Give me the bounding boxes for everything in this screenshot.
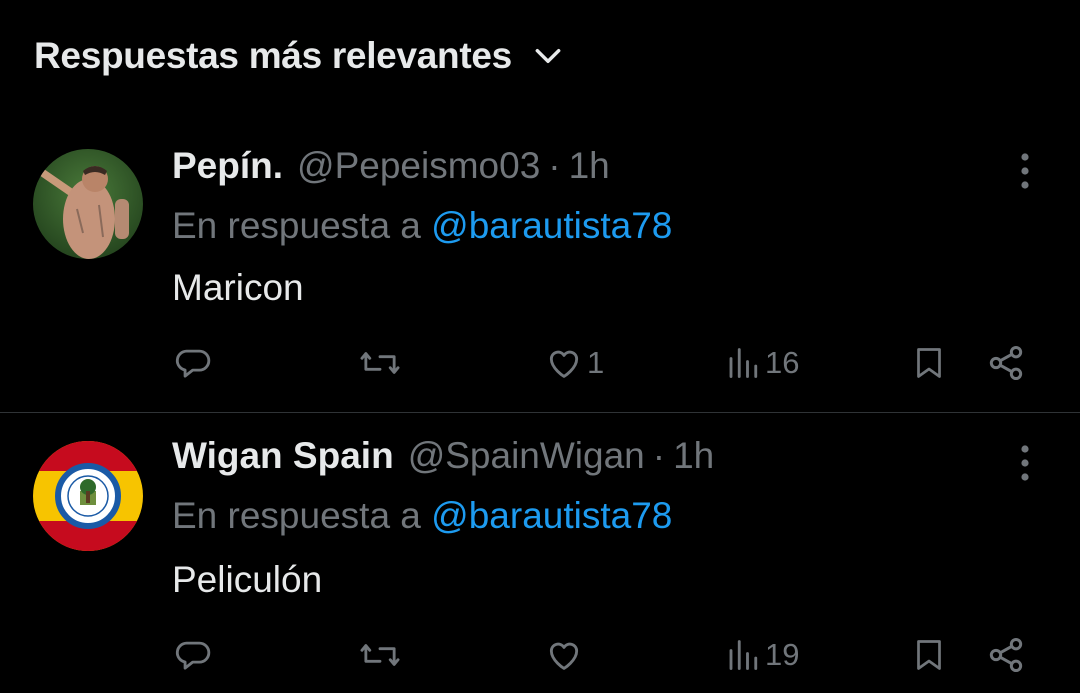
timestamp[interactable]: 1h (569, 145, 610, 187)
reply-button[interactable] (174, 630, 212, 680)
like-button[interactable] (545, 630, 583, 680)
view-count: 19 (765, 637, 800, 672)
user-handle[interactable]: @Pepeismo03 (297, 145, 540, 187)
reply-item[interactable]: Wigan Spain @SpainWigan · 1h En respuest… (0, 413, 1080, 693)
reply-to-prefix: En respuesta a (172, 205, 421, 246)
like-icon (545, 636, 583, 674)
bookmark-icon (911, 635, 947, 675)
like-button[interactable]: 1 (545, 338, 604, 388)
share-icon (986, 635, 1026, 675)
display-name[interactable]: Wigan Spain (172, 435, 394, 477)
avatar[interactable] (33, 441, 143, 551)
action-bar: 19 (0, 630, 1080, 680)
views-button[interactable]: 19 (725, 630, 799, 680)
retweet-icon (358, 344, 402, 382)
reply-context: En respuesta a @barautista78 (172, 205, 672, 247)
bookmark-button[interactable] (911, 630, 947, 680)
display-name[interactable]: Pepín. (172, 145, 283, 187)
bookmark-button[interactable] (911, 338, 947, 388)
action-bar: 1 16 (0, 338, 1080, 388)
share-icon (986, 343, 1026, 383)
like-count: 1 (587, 345, 605, 380)
timestamp[interactable]: 1h (673, 435, 714, 477)
reply-to-mention[interactable]: @barautista78 (431, 205, 672, 246)
share-button[interactable] (986, 630, 1026, 680)
more-icon[interactable] (1006, 149, 1044, 193)
reply-button[interactable] (174, 338, 212, 388)
reply-to-mention[interactable]: @barautista78 (431, 495, 672, 536)
bookmark-icon (911, 343, 947, 383)
user-handle[interactable]: @SpainWigan (408, 435, 645, 477)
view-count: 16 (765, 345, 800, 380)
reply-to-prefix: En respuesta a (172, 495, 421, 536)
views-button[interactable]: 16 (725, 338, 799, 388)
reply-icon (174, 636, 212, 674)
reply-context: En respuesta a @barautista78 (172, 495, 672, 537)
reply-item[interactable]: Pepín. @Pepeismo03 · 1h En respuesta a @… (0, 125, 1080, 413)
more-icon[interactable] (1006, 441, 1044, 485)
reply-header: Wigan Spain @SpainWigan · 1h (172, 435, 714, 477)
share-button[interactable] (986, 338, 1026, 388)
retweet-icon (358, 636, 402, 674)
retweet-button[interactable] (358, 338, 402, 388)
like-icon (545, 344, 583, 382)
reply-header: Pepín. @Pepeismo03 · 1h (172, 145, 610, 187)
reply-text: Maricon (172, 267, 304, 308)
views-icon (725, 344, 761, 382)
retweet-button[interactable] (358, 630, 402, 680)
separator: · (548, 145, 561, 186)
separator: · (652, 435, 666, 476)
sort-label: Respuestas más relevantes (34, 35, 512, 76)
reply-text: Peliculón (172, 559, 323, 600)
views-icon (725, 636, 761, 674)
avatar[interactable] (33, 149, 143, 259)
chevron-down-icon (532, 38, 568, 74)
sort-dropdown[interactable]: Respuestas más relevantes (34, 30, 568, 82)
reply-icon (174, 344, 212, 382)
